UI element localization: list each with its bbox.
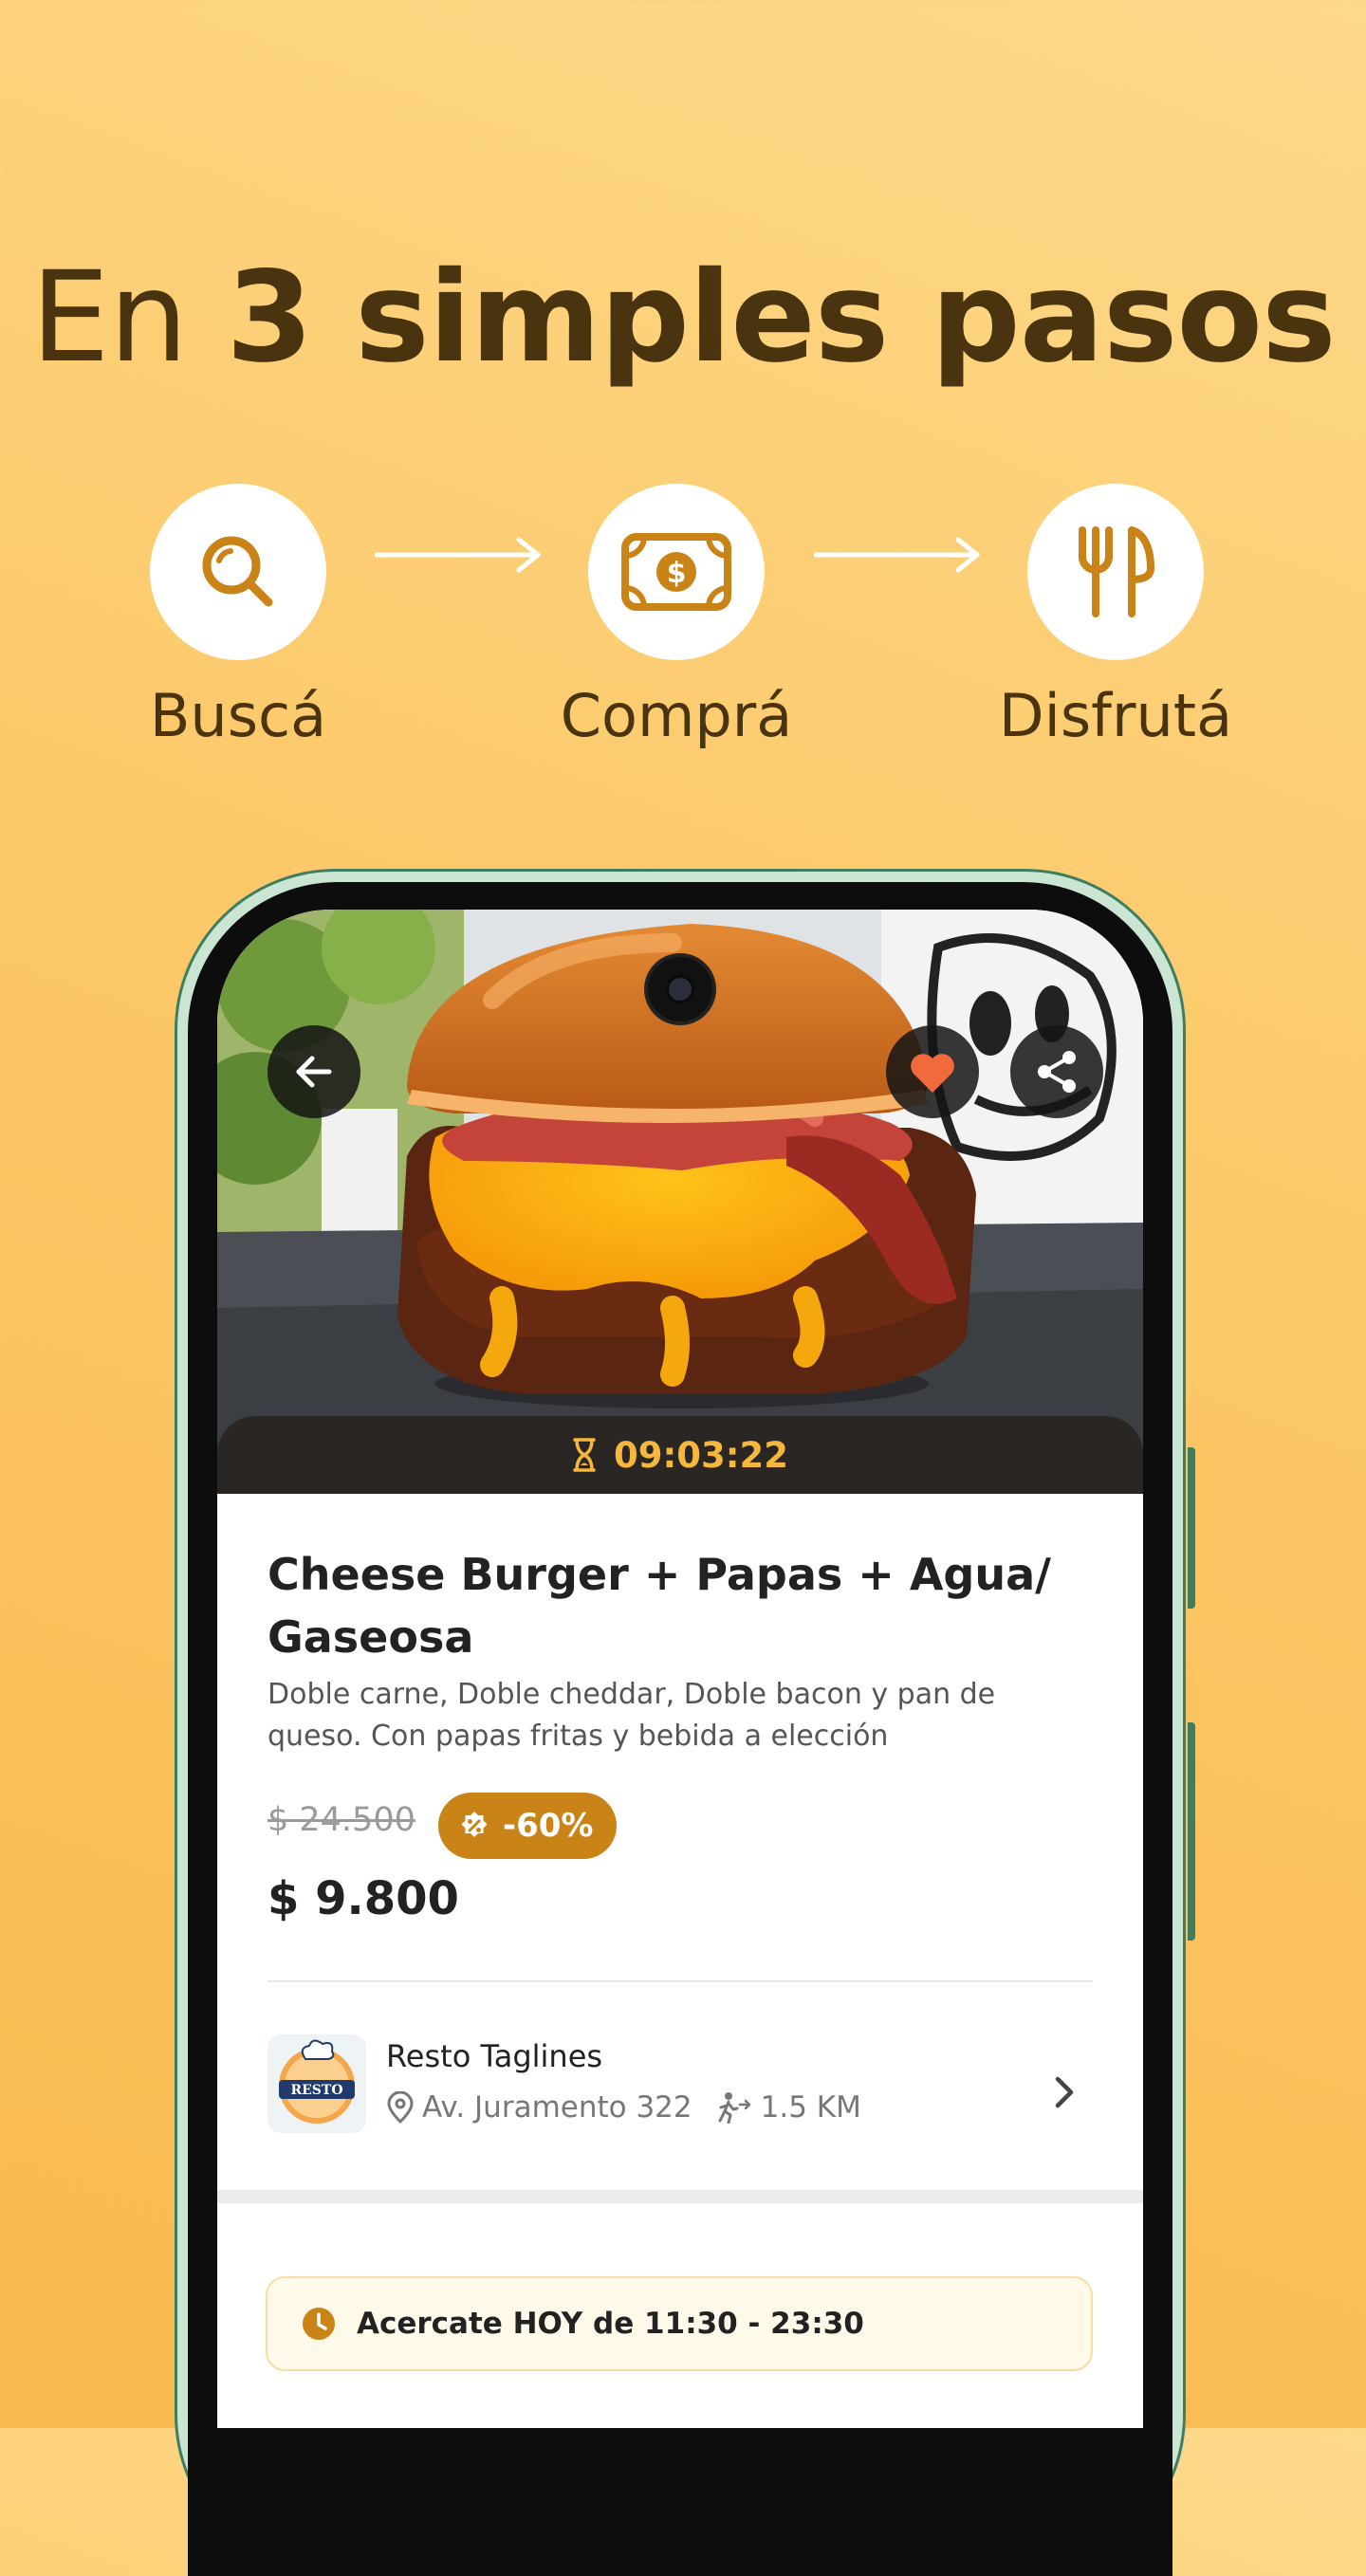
hourglass-icon xyxy=(573,1438,596,1472)
discount-icon xyxy=(461,1812,488,1837)
countdown-timer: 09:03:22 xyxy=(613,1434,789,1476)
product-title: Cheese Burger + Papas + Agua/ Gaseosa xyxy=(268,1549,1051,1663)
headline-light: En xyxy=(30,245,227,391)
step-search-circle xyxy=(150,484,326,660)
step-enjoy-circle xyxy=(1027,484,1204,660)
step-buy-label: Comprá xyxy=(560,681,793,750)
arrow-right-icon xyxy=(375,537,541,573)
money-icon: $ xyxy=(621,533,731,611)
app-screen: 09:03:22 Cheese Burger + Papas + Agua/ G… xyxy=(217,910,1143,2428)
store-name[interactable]: Resto Taglines xyxy=(386,2038,602,2074)
store-logo-text: RESTO xyxy=(290,2083,342,2098)
pickup-hours-text: Acercate HOY de 11:30 - 23:30 xyxy=(357,2307,864,2341)
favorite-button[interactable] xyxy=(886,1025,979,1118)
section-separator xyxy=(217,2190,1143,2203)
store-distance: 1.5 KM xyxy=(760,2090,861,2125)
cutlery-icon xyxy=(1079,526,1154,617)
location-pin-icon xyxy=(387,2091,414,2124)
resto-logo-icon: RESTO xyxy=(279,2039,355,2124)
divider xyxy=(268,1980,1093,1982)
walking-icon xyxy=(718,2092,750,2124)
chevron-right-icon[interactable] xyxy=(1050,2071,1079,2113)
product-description: Doble carne, Doble cheddar, Doble bacon … xyxy=(268,1678,996,1753)
original-price: $ 24.500 xyxy=(268,1801,415,1839)
phone-side-button xyxy=(1188,1447,1195,1609)
phone-side-button xyxy=(1188,1722,1195,1941)
step-buy-circle: $ xyxy=(588,484,765,660)
svg-text:$: $ xyxy=(667,557,687,590)
discount-badge: -60% xyxy=(438,1793,617,1859)
headline: En 3 simples pasos xyxy=(0,242,1366,394)
current-price: $ 9.800 xyxy=(268,1872,459,1925)
share-icon xyxy=(1038,1051,1076,1093)
store-logo[interactable]: RESTO xyxy=(268,2034,366,2133)
discount-value: -60% xyxy=(503,1807,594,1845)
countdown-bar: 09:03:22 xyxy=(217,1416,1143,1494)
step-search-label: Buscá xyxy=(149,681,327,750)
share-button[interactable] xyxy=(1010,1025,1103,1118)
back-button[interactable] xyxy=(268,1025,360,1118)
store-meta: Av. Juramento 322 1.5 KM xyxy=(386,2090,861,2125)
heart-icon xyxy=(911,1054,954,1093)
pickup-hours-banner: Acercate HOY de 11:30 - 23:30 xyxy=(266,2276,1093,2371)
front-camera xyxy=(648,957,712,1021)
arrow-left-icon xyxy=(296,1056,332,1088)
clock-icon xyxy=(303,2308,335,2340)
arrow-right-icon xyxy=(814,537,980,573)
headline-bold: 3 simples pasos xyxy=(226,245,1336,391)
store-address: Av. Juramento 322 xyxy=(422,2090,692,2125)
search-icon xyxy=(202,536,273,607)
step-enjoy-label: Disfrutá xyxy=(998,681,1233,750)
